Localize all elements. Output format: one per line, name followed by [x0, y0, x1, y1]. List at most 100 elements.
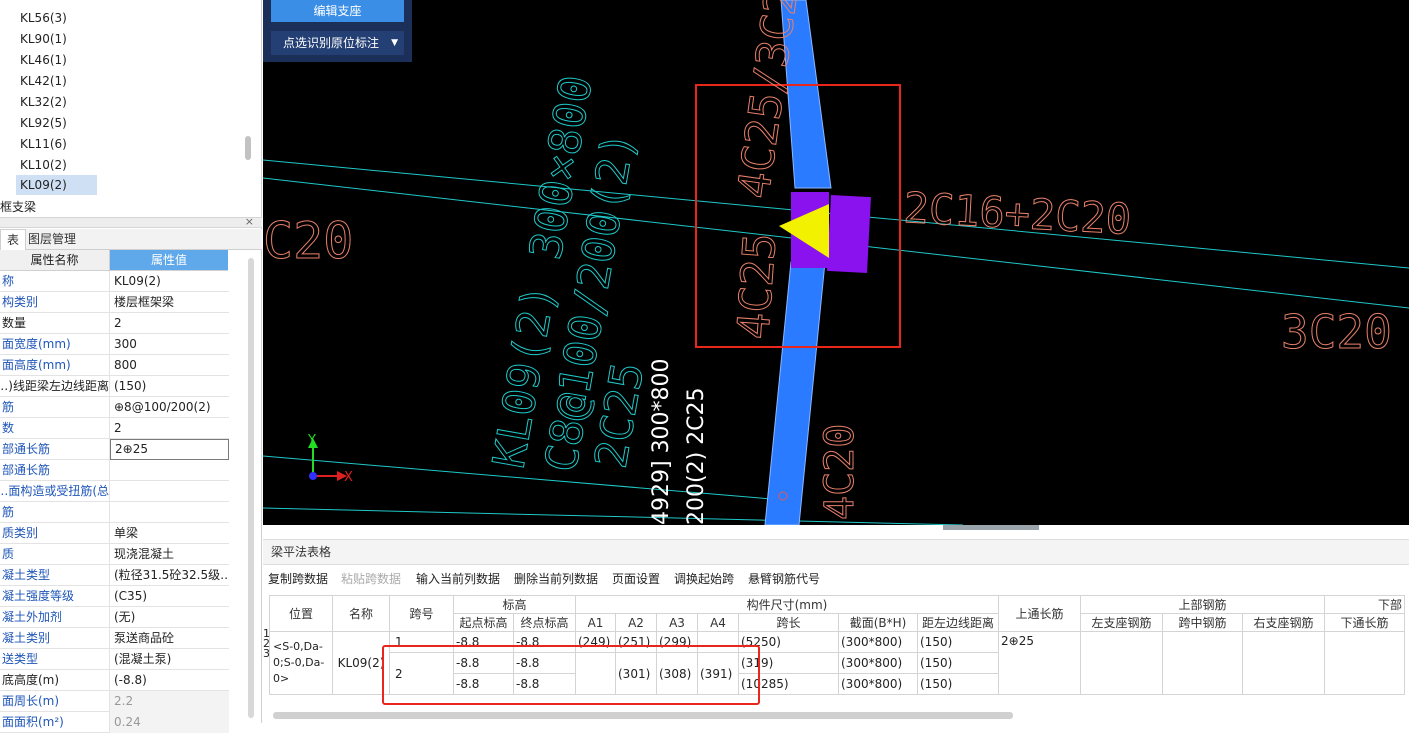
tree-item-selected[interactable]: KL09(2): [16, 175, 97, 195]
property-value[interactable]: [110, 460, 229, 481]
property-value[interactable]: [110, 502, 229, 523]
property-value[interactable]: 2⊕25: [110, 439, 229, 460]
property-row[interactable]: 送类型 (混凝土泵): [0, 649, 229, 670]
edit-support-button[interactable]: 编辑支座: [271, 0, 404, 22]
cantilever-code-button[interactable]: 悬臂钢筋代号: [748, 567, 820, 591]
property-row[interactable]: 凝土外加剂 (无): [0, 607, 229, 628]
tree-item[interactable]: KL90(1): [16, 29, 71, 49]
property-row[interactable]: 底高度(m) (-8.8): [0, 670, 229, 691]
panel-splitter[interactable]: ×: [0, 215, 262, 228]
property-row[interactable]: 面周长(m) 2.2: [0, 691, 229, 712]
property-row[interactable]: 部通长筋 2⊕25: [0, 439, 229, 460]
cell-elev-end[interactable]: -8.8: [513, 652, 576, 674]
property-value[interactable]: 800: [110, 355, 229, 376]
cell-elev-end[interactable]: -8.8: [513, 631, 576, 653]
property-row[interactable]: 部通长筋: [0, 460, 229, 481]
tree-item[interactable]: KL10(2): [16, 155, 71, 175]
cell-a1[interactable]: [575, 652, 616, 695]
cell-distance[interactable]: (150): [917, 652, 999, 674]
property-value[interactable]: 现浇混凝土: [110, 544, 229, 565]
property-row[interactable]: 筋: [0, 502, 229, 523]
property-row[interactable]: 数2: [0, 418, 229, 439]
property-value[interactable]: KL09(2): [110, 271, 229, 292]
cell-bottom-long[interactable]: [1324, 631, 1405, 695]
delete-column-button[interactable]: 删除当前列数据: [514, 567, 598, 591]
cell-a3[interactable]: (299): [656, 631, 698, 653]
property-value[interactable]: (无): [110, 607, 229, 628]
page-setup-button[interactable]: 页面设置: [612, 567, 660, 591]
cell-distance[interactable]: (150): [917, 631, 999, 653]
property-value[interactable]: 300: [110, 334, 229, 355]
cell-span-length[interactable]: (319): [738, 652, 839, 674]
property-row[interactable]: 质类别 单梁: [0, 523, 229, 544]
cell-elev-start[interactable]: -8.8: [453, 652, 514, 674]
property-row[interactable]: 称 KL09(2): [0, 271, 229, 292]
cell-section[interactable]: (300*800): [838, 631, 918, 653]
identify-annotation-dropdown[interactable]: 点选识别原位标注 ▼: [271, 31, 404, 55]
property-row[interactable]: 凝土类型 (粒径31.5砼32.5级…: [0, 565, 229, 586]
cell-elev-start[interactable]: -8.8: [453, 631, 514, 653]
cell-a1[interactable]: (249): [575, 631, 616, 653]
chevron-down-icon[interactable]: ▼: [391, 31, 398, 55]
property-scrollbar[interactable]: [248, 258, 254, 718]
property-row[interactable]: 线距梁左边线距离(…(150): [0, 376, 229, 397]
cell-section[interactable]: (300*800): [838, 652, 918, 674]
column-support-right[interactable]: [827, 195, 871, 273]
property-row[interactable]: 面宽度(mm) 300: [0, 334, 229, 355]
property-row[interactable]: 质现浇混凝土: [0, 544, 229, 565]
property-row[interactable]: 凝土强度等级 (C35): [0, 586, 229, 607]
cell-elev-start[interactable]: -8.8: [453, 673, 514, 695]
tree-item[interactable]: KL46(1): [16, 50, 71, 70]
tree-item[interactable]: KL32(2): [16, 92, 71, 112]
property-row[interactable]: 面高度(mm) 800: [0, 355, 229, 376]
cell-top-long[interactable]: 2⊕25: [998, 631, 1081, 695]
cell-position[interactable]: <S-0,Da-0;S-0,Da-0>: [269, 631, 333, 695]
cell-right-seat[interactable]: [1242, 631, 1325, 695]
property-value[interactable]: (-8.8): [110, 670, 229, 691]
property-row[interactable]: 筋 ⊕8@100/200(2): [0, 397, 229, 418]
cell-span[interactable]: 1: [389, 631, 454, 653]
property-row[interactable]: 构类别 楼层框架梁: [0, 292, 229, 313]
paste-span-button[interactable]: 粘贴跨数据: [341, 567, 401, 591]
cell-section[interactable]: (300*800): [838, 673, 918, 695]
property-row[interactable]: 面构造或受扭筋(总…: [0, 481, 229, 502]
property-value[interactable]: 单梁: [110, 523, 229, 544]
tree-item[interactable]: KL92(5): [16, 113, 71, 133]
property-value[interactable]: 2.2: [110, 691, 229, 712]
panel-resize-handle[interactable]: [943, 525, 1039, 530]
property-row[interactable]: 数量 2: [0, 313, 229, 334]
property-value[interactable]: (150): [110, 376, 229, 397]
cell-mid[interactable]: [1162, 631, 1243, 695]
drawing-canvas[interactable]: C20 2C16+2C20 3C20 4C25/3C2 4C25 4C20 KL…: [263, 0, 1409, 525]
cell-span[interactable]: 2: [389, 652, 454, 695]
property-value[interactable]: (粒径31.5砼32.5级…: [110, 565, 229, 586]
cell-distance[interactable]: (150): [917, 673, 999, 695]
tree-item[interactable]: KL56(3): [16, 8, 71, 28]
cell-a3[interactable]: (308): [656, 652, 698, 695]
tree-group-label[interactable]: 框支梁: [0, 198, 36, 216]
property-value[interactable]: (C35): [110, 586, 229, 607]
tree-scrollbar[interactable]: [245, 136, 251, 160]
cell-a2[interactable]: (301): [615, 652, 657, 695]
cell-left-seat[interactable]: [1080, 631, 1163, 695]
property-value[interactable]: 泵送商品砼: [110, 628, 229, 649]
property-row[interactable]: 凝土类别 泵送商品砼: [0, 628, 229, 649]
cell-a2[interactable]: (251): [615, 631, 657, 653]
input-column-button[interactable]: 输入当前列数据: [416, 567, 500, 591]
property-value[interactable]: 楼层框架梁: [110, 292, 229, 313]
cell-span-length[interactable]: (5250): [738, 631, 839, 653]
swap-start-span-button[interactable]: 调换起始跨: [674, 567, 734, 591]
close-icon[interactable]: ×: [245, 215, 254, 228]
tree-item[interactable]: KL11(6): [16, 134, 71, 154]
property-value[interactable]: [110, 481, 229, 502]
property-value[interactable]: 2: [110, 313, 229, 334]
cell-a4[interactable]: (391): [697, 652, 739, 695]
cell-name[interactable]: KL09(2): [332, 631, 390, 695]
tab-layer-management[interactable]: 图层管理: [22, 229, 82, 250]
cell-span-length[interactable]: (10285): [738, 673, 839, 695]
table-horizontal-scrollbar[interactable]: [273, 712, 1013, 719]
copy-span-button[interactable]: 复制跨数据: [268, 567, 328, 591]
property-value[interactable]: (混凝土泵): [110, 649, 229, 670]
cell-a4[interactable]: [697, 631, 739, 653]
tree-item[interactable]: KL42(1): [16, 71, 71, 91]
